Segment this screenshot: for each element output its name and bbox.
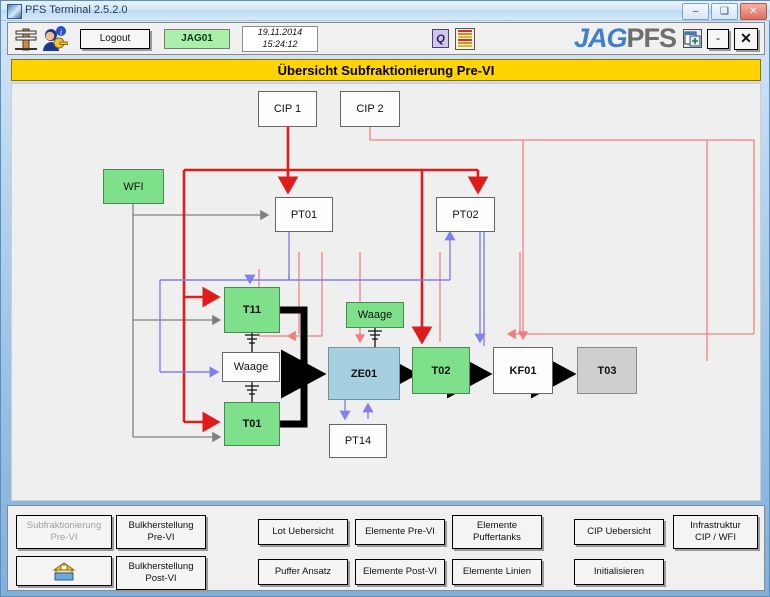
node-cip2[interactable]: CIP 2 — [340, 91, 400, 127]
brand-pfs-text: PFS — [626, 23, 677, 53]
title-bar: PFS Terminal 2.5.2.0 – ❑ ✕ — [1, 1, 770, 21]
page-title: Übersicht Subfraktionierung Pre-VI — [11, 59, 761, 81]
node-t03[interactable]: T03 — [577, 347, 637, 394]
brand-jag-text: JAG — [573, 23, 628, 53]
help-icon[interactable]: Q — [432, 29, 449, 48]
node-ze01[interactable]: ZE01 — [328, 347, 400, 400]
process-diagram: CIP 1 CIP 2 WFI PT01 PT02 T11 Waage T01 … — [11, 83, 761, 501]
node-label: PT02 — [452, 208, 479, 221]
app-minimize-button[interactable]: - — [707, 28, 729, 49]
window-minimize-button[interactable]: – — [682, 3, 709, 20]
button-elemente-pre-vi[interactable]: Elemente Pre-VI — [355, 519, 445, 545]
node-kf01[interactable]: KF01 — [493, 347, 553, 394]
main-toolbar: i Logout JAG01 19.11.2014 15:24:12 Q JAG… — [7, 22, 765, 55]
application-window: PFS Terminal 2.5.2.0 – ❑ ✕ i Logout JAG0… — [0, 0, 770, 597]
datetime-display: 19.11.2014 15:24:12 — [242, 25, 318, 52]
node-label: Waage — [357, 309, 393, 321]
button-bulkherstellung-post-vi[interactable]: Bulkherstellung Post-VI — [116, 556, 206, 590]
button-lot-uebersicht[interactable]: Lot Uebersicht — [258, 519, 348, 545]
node-label: PT14 — [344, 435, 372, 447]
node-label: WFI — [123, 180, 144, 193]
button-infrastruktur-cip-wfi[interactable]: Infrastruktur CIP / WFI — [673, 515, 758, 549]
tank-icon[interactable] — [14, 26, 38, 52]
node-label: T02 — [431, 364, 451, 377]
button-elemente-post-vi[interactable]: Elemente Post-VI — [355, 559, 445, 585]
time-value: 15:24:12 — [262, 38, 298, 49]
current-user-field: JAG01 — [164, 28, 230, 49]
node-wfi[interactable]: WFI — [103, 169, 164, 204]
user-key-icon[interactable]: i — [40, 25, 69, 52]
window-controls: – ❑ ✕ — [682, 3, 767, 20]
new-window-icon[interactable] — [683, 29, 702, 48]
node-label: CIP 1 — [273, 103, 302, 115]
window-close-button[interactable]: ✕ — [740, 3, 767, 20]
node-t11[interactable]: T11 — [224, 287, 280, 333]
navigation-button-bar: Subfraktionierung Pre-VI Bulkherstellung… — [7, 505, 765, 591]
node-waage-center[interactable]: Waage — [346, 302, 404, 328]
alarm-list-icon[interactable] — [455, 27, 475, 50]
node-pt01[interactable]: PT01 — [275, 197, 333, 232]
brand-logo: JAG PFS — [573, 23, 677, 53]
node-label: ZE01 — [350, 367, 378, 380]
logout-button[interactable]: Logout — [80, 28, 150, 49]
node-t01[interactable]: T01 — [224, 402, 280, 446]
button-initialisieren[interactable]: Initialisieren — [574, 559, 664, 585]
node-waage-left[interactable]: Waage — [222, 352, 280, 382]
node-label: KF01 — [509, 364, 537, 377]
button-cip-uebersicht[interactable]: CIP Uebersicht — [574, 519, 664, 545]
node-pt14[interactable]: PT14 — [329, 424, 387, 458]
home-icon — [51, 560, 77, 582]
node-pt02[interactable]: PT02 — [436, 197, 495, 232]
button-puffer-ansatz[interactable]: Puffer Ansatz — [258, 559, 348, 585]
button-bulkherstellung-pre-vi[interactable]: Bulkherstellung Pre-VI — [116, 515, 206, 549]
node-label: Waage — [233, 361, 269, 373]
button-home[interactable] — [16, 556, 112, 586]
node-label: T11 — [242, 304, 262, 316]
svg-text:i: i — [60, 28, 62, 37]
node-label: T01 — [242, 418, 262, 430]
button-elemente-linien[interactable]: Elemente Linien — [452, 559, 542, 585]
node-label: T03 — [597, 364, 617, 377]
app-close-button[interactable]: ✕ — [734, 27, 758, 50]
window-title: PFS Terminal 2.5.2.0 — [25, 4, 128, 16]
node-label: PT01 — [290, 208, 318, 221]
window-maximize-button[interactable]: ❑ — [711, 3, 738, 20]
node-label: CIP 2 — [356, 103, 384, 115]
date-value: 19.11.2014 — [257, 27, 303, 38]
node-t02[interactable]: T02 — [412, 347, 470, 394]
app-icon — [7, 4, 22, 19]
button-elemente-puffertanks[interactable]: Elemente Puffertanks — [452, 515, 542, 549]
node-cip1[interactable]: CIP 1 — [258, 91, 317, 127]
button-subfraktionierung-pre-vi[interactable]: Subfraktionierung Pre-VI — [16, 515, 112, 549]
